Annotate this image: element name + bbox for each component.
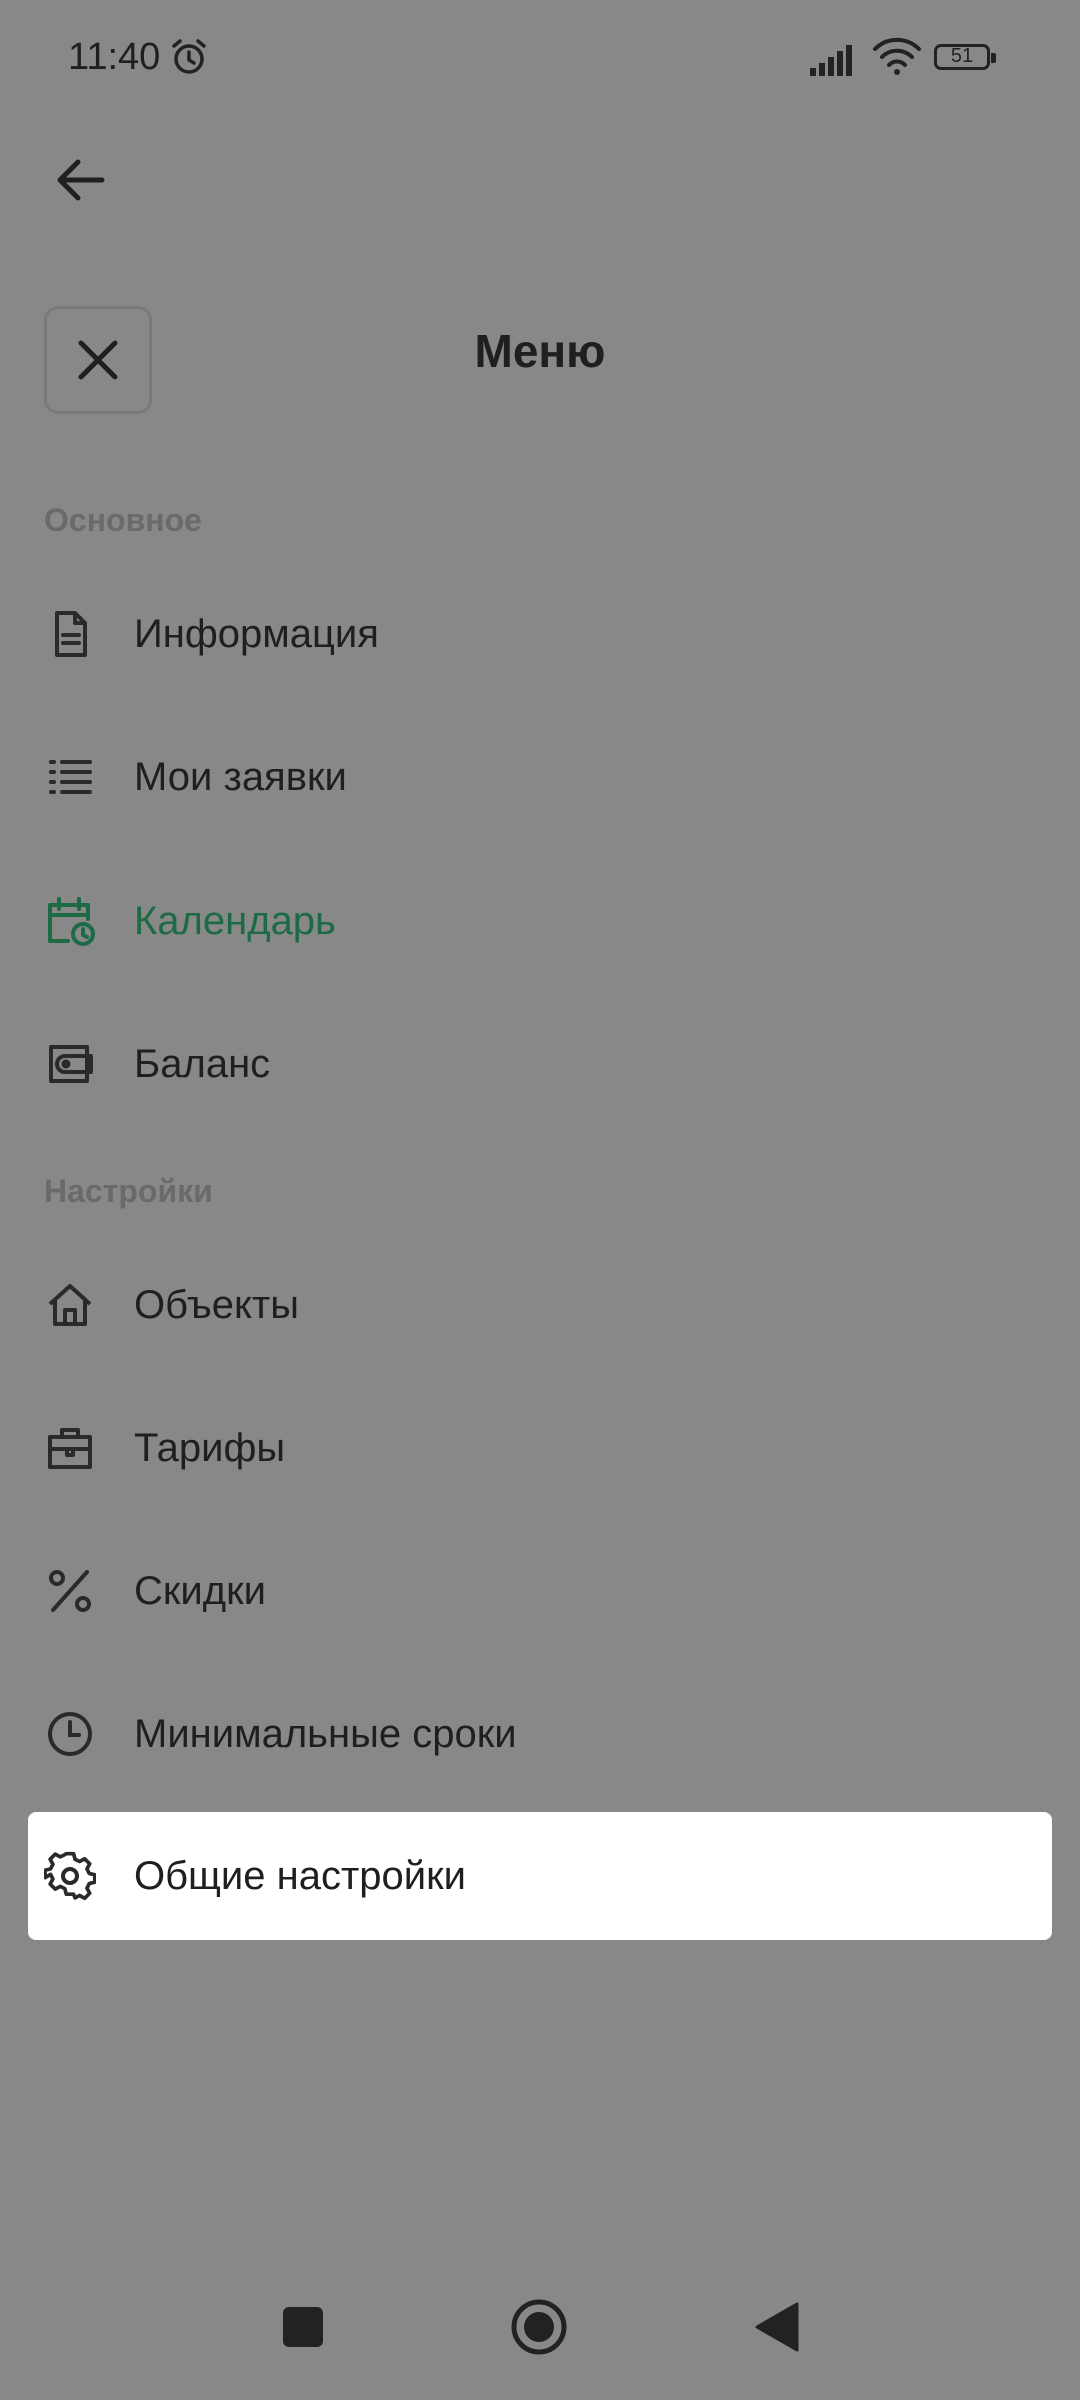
wallet-icon <box>42 1036 98 1092</box>
menu-item-my-requests[interactable]: Мои заявки <box>28 713 1052 841</box>
square-icon <box>283 2307 323 2347</box>
menu-item-label: Объекты <box>134 1282 299 1327</box>
battery-level: 51 <box>950 45 974 67</box>
clock-icon <box>42 1706 98 1762</box>
menu-item-label: Баланс <box>134 1041 271 1086</box>
menu-item-label: Календарь <box>134 898 336 943</box>
menu-item-label: Минимальные сроки <box>134 1711 517 1756</box>
back-button[interactable] <box>40 140 120 220</box>
percent-icon <box>42 1563 98 1619</box>
menu-item-objects[interactable]: Объекты <box>28 1241 1052 1369</box>
menu-item-discounts[interactable]: Скидки <box>28 1527 1052 1655</box>
battery-indicator: 51 <box>934 44 998 74</box>
page-title: Меню <box>474 325 606 377</box>
menu-item-balance[interactable]: Баланс <box>28 1000 1052 1128</box>
alarm-icon <box>168 36 210 78</box>
briefcase-icon <box>42 1420 98 1476</box>
calendar-clock-icon <box>42 893 98 949</box>
home-button[interactable] <box>504 2292 574 2362</box>
menu-item-label: Мои заявки <box>134 754 347 799</box>
home-icon <box>42 1277 98 1333</box>
gear-icon <box>42 1848 98 1904</box>
menu-item-label: Общие настройки <box>134 1853 466 1898</box>
wifi-icon <box>872 36 922 78</box>
system-back-button[interactable] <box>742 2292 812 2362</box>
menu-item-label: Скидки <box>134 1568 266 1613</box>
section-header-main: Основное <box>44 502 202 538</box>
status-time: 11:40 <box>68 36 161 78</box>
circle-icon <box>511 2299 567 2355</box>
list-icon <box>42 749 98 805</box>
menu-item-calendar[interactable]: Календарь <box>28 857 1052 985</box>
system-nav-bar <box>0 2270 1080 2400</box>
recents-button[interactable] <box>268 2292 338 2362</box>
menu-item-info[interactable]: Информация <box>28 570 1052 698</box>
signal-icon <box>810 40 860 76</box>
document-icon <box>42 606 98 662</box>
section-header-settings: Настройки <box>44 1173 213 1209</box>
menu-item-general-settings[interactable]: Общие настройки <box>28 1812 1052 1940</box>
triangle-back-icon <box>755 2302 799 2352</box>
menu-item-label: Информация <box>134 611 379 656</box>
arrow-left-icon <box>57 159 105 201</box>
menu-item-min-terms[interactable]: Минимальные сроки <box>28 1670 1052 1798</box>
menu-item-label: Тарифы <box>134 1425 286 1470</box>
menu-item-tariffs[interactable]: Тарифы <box>28 1384 1052 1512</box>
